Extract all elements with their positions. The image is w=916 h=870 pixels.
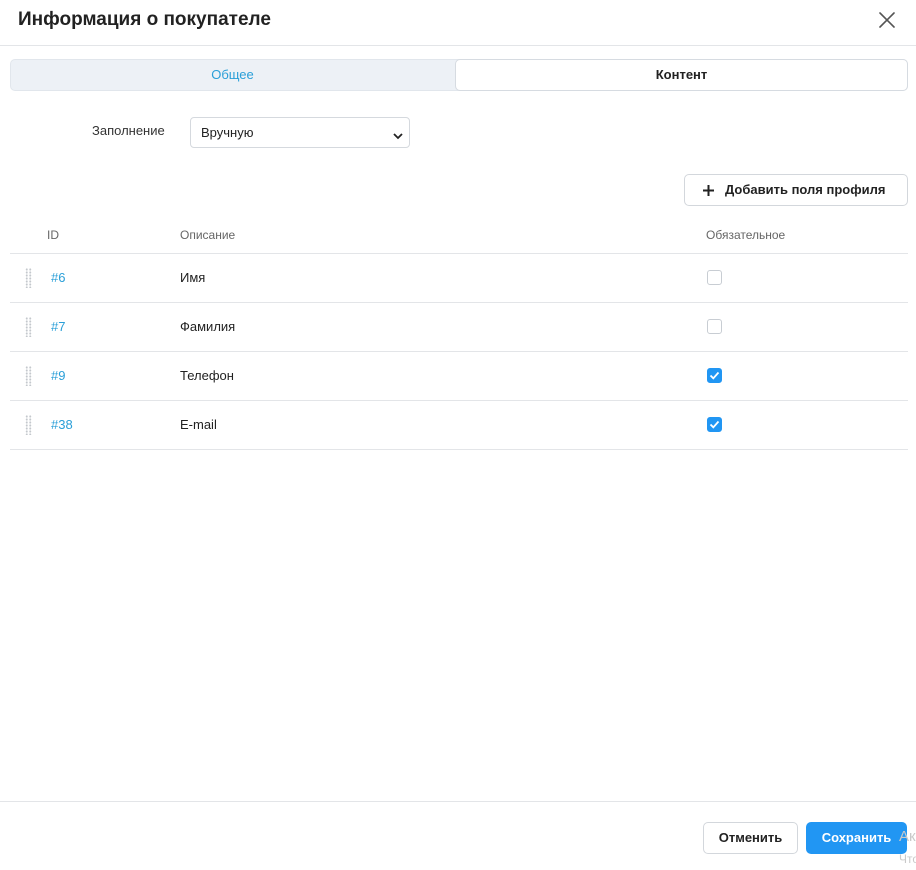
table-row: #9 Телефон: [10, 352, 908, 401]
drag-handle-icon[interactable]: [25, 415, 32, 435]
row-description: Телефон: [180, 368, 234, 383]
cancel-button[interactable]: Отменить: [703, 822, 798, 854]
table-row: #6 Имя: [10, 254, 908, 303]
drag-handle-icon[interactable]: [25, 268, 32, 288]
fill-select[interactable]: Вручную: [190, 117, 410, 148]
dialog-title: Информация о покупателе: [18, 9, 271, 30]
dialog-header: Информация о покупателе: [0, 0, 916, 46]
footer-divider: [0, 801, 916, 802]
tab-general[interactable]: Общее: [11, 60, 454, 90]
row-description: E-mail: [180, 417, 217, 432]
close-icon[interactable]: [876, 9, 898, 31]
chevron-down-icon: [393, 128, 403, 140]
table-row: #7 Фамилия: [10, 303, 908, 352]
tab-content[interactable]: Контент: [455, 59, 908, 91]
drag-handle-icon[interactable]: [25, 317, 32, 337]
add-profile-fields-button[interactable]: Добавить поля профиля: [684, 174, 908, 206]
add-profile-fields-label: Добавить поля профиля: [725, 182, 886, 197]
tab-bar: Общее Контент: [10, 59, 908, 91]
save-button[interactable]: Сохранить: [806, 822, 907, 854]
activation-watermark: Ак: [899, 828, 916, 845]
row-description: Фамилия: [180, 319, 236, 334]
table-row: #38 E-mail: [10, 401, 908, 450]
row-id-link[interactable]: #9: [51, 368, 65, 383]
fill-select-value: Вручную: [201, 125, 254, 140]
column-header-required: Обязательное: [706, 228, 786, 242]
required-checkbox[interactable]: [707, 319, 722, 334]
required-checkbox[interactable]: [707, 270, 722, 285]
row-id-link[interactable]: #38: [51, 417, 73, 432]
column-header-id: ID: [47, 228, 59, 242]
required-checkbox[interactable]: [707, 417, 722, 432]
checkmark-icon: [709, 371, 720, 380]
row-description: Имя: [180, 270, 206, 285]
drag-handle-icon[interactable]: [25, 366, 32, 386]
row-id-link[interactable]: #7: [51, 319, 65, 334]
row-id-link[interactable]: #6: [51, 270, 65, 285]
fill-label: Заполнение: [92, 123, 165, 138]
activation-watermark-subtext: Что: [899, 852, 916, 866]
required-checkbox[interactable]: [707, 368, 722, 383]
checkmark-icon: [709, 420, 720, 429]
plus-icon: [702, 184, 715, 197]
column-header-description: Описание: [180, 228, 236, 242]
